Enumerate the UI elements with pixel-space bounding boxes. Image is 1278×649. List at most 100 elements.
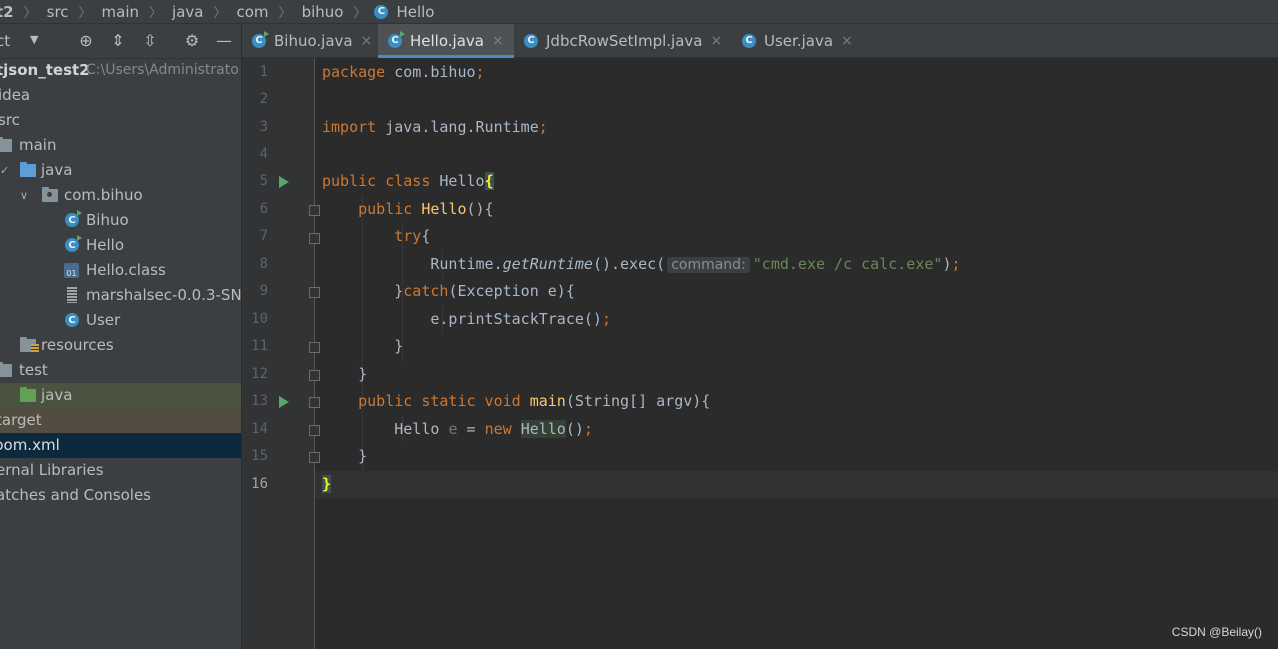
tree-item-java[interactable]: ✓ java bbox=[0, 158, 241, 183]
line-number: 12 bbox=[251, 366, 268, 382]
tab-user-java[interactable]: C User.java × bbox=[742, 24, 853, 57]
breadcrumb-item-main[interactable]: main bbox=[100, 3, 141, 21]
line-number: 6 bbox=[259, 201, 268, 217]
breadcrumb-item-com[interactable]: com bbox=[235, 3, 271, 21]
close-icon[interactable]: × bbox=[710, 33, 722, 49]
line-number: 15 bbox=[251, 448, 268, 464]
tab-hello-java[interactable]: C Hello.java × bbox=[378, 24, 514, 58]
breadcrumb-item-bihuo[interactable]: bihuo bbox=[300, 3, 346, 21]
parameter-inlay-hint: command: bbox=[667, 257, 750, 273]
tree-item-label: com.bihuo bbox=[64, 186, 143, 204]
project-panel-toolbar: ct ▼ ⊕ ⇕ ⇳ ⚙ — bbox=[0, 24, 241, 59]
line-number: 3 bbox=[259, 119, 268, 135]
tree-item-label: test bbox=[19, 361, 48, 379]
close-icon[interactable]: × bbox=[361, 33, 373, 49]
gear-icon[interactable]: ⚙ bbox=[182, 31, 202, 51]
code-line: public Hello(){ bbox=[358, 200, 494, 218]
code-editor[interactable]: 1 2 3 4 5 6 7 8 9 10 11 12 13 14 15 16 p… bbox=[242, 58, 1278, 649]
tree-item-hello[interactable]: C Hello bbox=[0, 233, 241, 258]
tab-label: User.java bbox=[764, 31, 834, 50]
chevron-down-icon[interactable]: ▼ bbox=[30, 33, 38, 46]
breadcrumb-item-project[interactable]: t2 bbox=[0, 3, 16, 21]
breadcrumb-separator: 〉 bbox=[278, 6, 292, 21]
tree-item-label: marshalsec-0.0.3-SNA bbox=[86, 286, 241, 304]
line-number: 11 bbox=[251, 338, 268, 354]
expand-all-icon[interactable]: ⇕ bbox=[108, 31, 128, 51]
breadcrumb-item-hello[interactable]: Hello bbox=[394, 3, 436, 21]
tree-item-bihuo[interactable]: C Bihuo bbox=[0, 208, 241, 233]
fold-icon[interactable] bbox=[309, 370, 320, 381]
breadcrumb-item-src[interactable]: src bbox=[45, 3, 71, 21]
fold-icon[interactable] bbox=[309, 342, 320, 353]
code-line: e.printStackTrace(); bbox=[322, 310, 611, 328]
tree-item-label: src bbox=[0, 111, 20, 129]
fold-icon[interactable] bbox=[309, 397, 320, 408]
chevron-down-icon[interactable]: ∨ bbox=[20, 183, 28, 208]
breadcrumb-item-java[interactable]: java bbox=[170, 3, 205, 21]
tree-item-label: main bbox=[19, 136, 57, 154]
line-number: 7 bbox=[259, 228, 268, 244]
tree-item-pom[interactable]: pom.xml bbox=[0, 433, 241, 458]
java-class-icon: C bbox=[252, 30, 269, 48]
tree-item-hello-class[interactable]: 01 Hello.class bbox=[0, 258, 241, 283]
tree-item-label: tjson_test2 bbox=[0, 61, 90, 79]
tree-item-label: Hello bbox=[86, 236, 125, 254]
tree-item-jar[interactable]: marshalsec-0.0.3-SNA bbox=[0, 283, 241, 308]
chevron-expanded-icon[interactable]: ✓ bbox=[0, 158, 9, 183]
tree-item-target[interactable]: target bbox=[0, 408, 241, 433]
fold-icon[interactable] bbox=[309, 233, 320, 244]
fold-icon[interactable] bbox=[309, 205, 320, 216]
navigation-breadcrumb: t2 〉 src 〉 main 〉 java 〉 com 〉 bihuo 〉 C… bbox=[0, 0, 1278, 24]
java-class-icon: C bbox=[388, 30, 405, 48]
minimize-icon[interactable]: — bbox=[214, 31, 234, 51]
code-line: Hello e = new Hello(); bbox=[322, 420, 593, 438]
tree-item-test[interactable]: test bbox=[0, 358, 241, 383]
line-number: 10 bbox=[251, 311, 268, 327]
code-line: public static void main(String[] argv){ bbox=[358, 392, 711, 410]
fold-icon[interactable] bbox=[309, 452, 320, 463]
tree-item-src[interactable]: src bbox=[0, 108, 241, 133]
code-line: } bbox=[322, 365, 368, 383]
tree-item-test-java[interactable]: java bbox=[0, 383, 241, 408]
breadcrumb-separator: 〉 bbox=[353, 6, 367, 21]
close-icon[interactable]: × bbox=[492, 33, 504, 49]
line-number: 14 bbox=[251, 421, 268, 437]
tree-item-label: User bbox=[86, 311, 121, 329]
close-icon[interactable]: × bbox=[841, 33, 853, 49]
java-class-icon: C bbox=[65, 235, 82, 252]
run-icon[interactable] bbox=[279, 176, 289, 188]
run-icon[interactable] bbox=[279, 396, 289, 408]
locate-target-icon[interactable]: ⊕ bbox=[76, 31, 96, 51]
fold-icon[interactable] bbox=[309, 425, 320, 436]
package-icon bbox=[42, 187, 58, 202]
tree-item-idea[interactable]: idea bbox=[0, 83, 241, 108]
tree-item-main[interactable]: main bbox=[0, 133, 241, 158]
tab-label: Bihuo.java bbox=[274, 31, 353, 50]
tree-item-label: idea bbox=[0, 86, 31, 104]
tree-item-project-root[interactable]: tjson_test2 C:\Users\Administrato bbox=[0, 58, 241, 83]
tree-item-user[interactable]: C User bbox=[0, 308, 241, 333]
editor-tab-bar: C Bihuo.java × C Hello.java × C JdbcRowS… bbox=[242, 24, 1278, 58]
tab-bihuo-java[interactable]: C Bihuo.java × bbox=[252, 24, 372, 57]
line-number: 9 bbox=[259, 283, 268, 299]
java-class-icon: C bbox=[65, 313, 79, 327]
code-line: }catch(Exception e){ bbox=[322, 282, 575, 300]
tree-item-label: pom.xml bbox=[0, 436, 60, 454]
breadcrumb-separator: 〉 bbox=[213, 6, 227, 21]
line-number: 2 bbox=[259, 91, 268, 107]
tree-item-package[interactable]: ∨ com.bihuo bbox=[0, 183, 241, 208]
project-view-selector[interactable]: ct bbox=[0, 32, 10, 50]
tree-item-label: atches and Consoles bbox=[0, 486, 151, 504]
code-line: package com.bihuo; bbox=[322, 63, 485, 81]
tree-item-scratches[interactable]: atches and Consoles bbox=[0, 483, 241, 508]
fold-icon[interactable] bbox=[309, 287, 320, 298]
tab-jdbcrowsetimpl-java[interactable]: C JdbcRowSetImpl.java × bbox=[524, 24, 722, 57]
collapse-all-icon[interactable]: ⇳ bbox=[140, 31, 160, 51]
tree-item-external-libraries[interactable]: ernal Libraries bbox=[0, 458, 241, 483]
line-number: 1 bbox=[259, 64, 268, 80]
source-folder-icon bbox=[20, 162, 36, 177]
line-number: 5 bbox=[259, 173, 268, 189]
java-class-icon: C bbox=[374, 4, 389, 19]
tab-label: Hello.java bbox=[410, 31, 484, 50]
tree-item-resources[interactable]: resources bbox=[0, 333, 241, 358]
